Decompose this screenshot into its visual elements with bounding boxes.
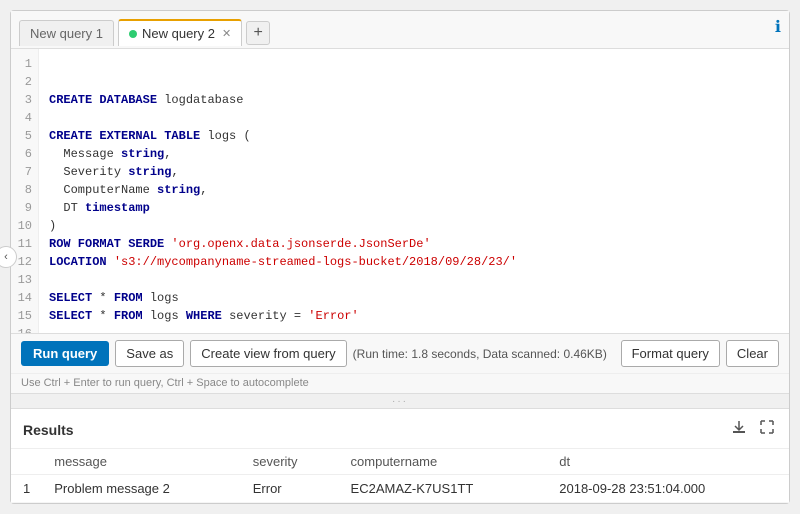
editor-container: 12345 678910 1112131415 16 CREATE DATABA… — [11, 49, 789, 333]
save-as-button[interactable]: Save as — [115, 340, 184, 367]
download-icon — [731, 419, 747, 435]
line-numbers: 12345 678910 1112131415 16 — [11, 49, 39, 333]
tab-status-dot — [129, 30, 137, 38]
col-header-message: message — [42, 449, 241, 475]
col-header-dt: dt — [547, 449, 789, 475]
cell-message: Problem message 2 — [42, 475, 241, 503]
main-container: ℹ ‹ New query 1 New query 2 ✕ + 12345 67… — [10, 10, 790, 504]
row-number: 1 — [11, 475, 42, 503]
results-title: Results — [23, 422, 74, 438]
tab-label: New query 2 — [142, 26, 215, 41]
toolbar: Run query Save as Create view from query… — [11, 333, 789, 373]
clear-button[interactable]: Clear — [726, 340, 779, 367]
run-info: (Run time: 1.8 seconds, Data scanned: 0.… — [353, 347, 615, 361]
results-actions — [729, 417, 777, 442]
expand-icon — [759, 419, 775, 435]
shortcut-hint: Use Ctrl + Enter to run query, Ctrl + Sp… — [11, 373, 789, 393]
results-header: Results — [11, 409, 789, 449]
expand-results-button[interactable] — [757, 417, 777, 442]
col-header-rownum — [11, 449, 42, 475]
tab-label: New query 1 — [30, 26, 103, 41]
col-header-severity: severity — [241, 449, 339, 475]
tab-new-query-2[interactable]: New query 2 ✕ — [118, 19, 242, 46]
tab-close-button[interactable]: ✕ — [222, 27, 231, 40]
create-view-button[interactable]: Create view from query — [190, 340, 346, 367]
results-panel: Results — [11, 409, 789, 503]
run-query-button[interactable]: Run query — [21, 341, 109, 366]
cell-severity: Error — [241, 475, 339, 503]
code-editor[interactable]: CREATE DATABASE logdatabase CREATE EXTER… — [39, 49, 789, 333]
cell-dt: 2018-09-28 23:51:04.000 — [547, 475, 789, 503]
format-query-button[interactable]: Format query — [621, 340, 720, 367]
download-results-button[interactable] — [729, 417, 749, 442]
cell-computername: EC2AMAZ-K7US1TT — [339, 475, 548, 503]
tab-new-query-1[interactable]: New query 1 — [19, 20, 114, 46]
col-header-computername: computername — [339, 449, 548, 475]
tabs-bar: New query 1 New query 2 ✕ + — [11, 11, 789, 49]
panel-divider[interactable]: ··· — [11, 393, 789, 409]
table-row: 1 Problem message 2 Error EC2AMAZ-K7US1T… — [11, 475, 789, 503]
results-table: message severity computername dt 1 Probl… — [11, 449, 789, 503]
info-icon[interactable]: ℹ — [775, 17, 781, 37]
add-tab-button[interactable]: + — [246, 21, 270, 45]
